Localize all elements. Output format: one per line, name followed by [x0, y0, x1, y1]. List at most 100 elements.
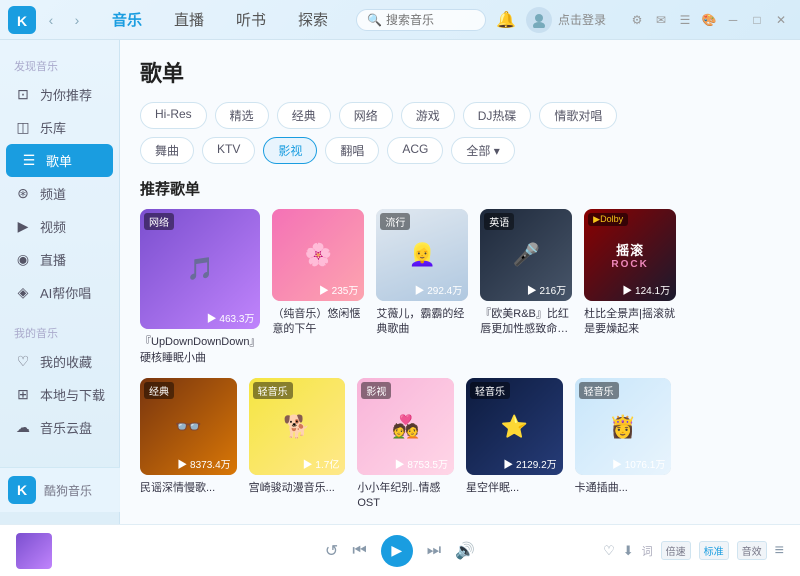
sidebar-item-recommended[interactable]: ⊡ 为你推荐: [0, 78, 119, 111]
recommended-section-title: 推荐歌单: [140, 178, 780, 199]
sidebar-item-label: 本地与下载: [40, 385, 105, 404]
settings-button[interactable]: ⚙: [626, 9, 648, 31]
restore-button[interactable]: □: [746, 9, 768, 31]
sidebar-item-ai[interactable]: ◈ AI帮你唱: [0, 276, 119, 309]
search-box[interactable]: 🔍: [356, 9, 486, 31]
playlist-card-r2-1[interactable]: 🐕 轻音乐 ▶ 1.7亿 宫崎骏动漫音乐...: [249, 378, 346, 511]
ai-icon: ◈: [14, 284, 32, 301]
speed-badge[interactable]: 倍速: [661, 541, 691, 560]
sidebar-item-label: 视频: [40, 217, 66, 236]
dolby-badge: ▶Dolby: [588, 213, 628, 226]
playlist-thumb-r2-0: 👓 经典 ▶ 8373.4万: [140, 378, 237, 475]
avatar-area[interactable]: 点击登录: [526, 7, 606, 33]
filter-network[interactable]: 网络: [339, 102, 393, 129]
app-logo: K: [8, 6, 36, 34]
filter-cover[interactable]: 翻唱: [325, 137, 379, 164]
playlist-toggle-button[interactable]: ≡: [775, 542, 784, 560]
window-controls: ⚙ ✉ ☰ 🎨 ─ □ ✕: [626, 9, 792, 31]
login-text[interactable]: 点击登录: [558, 11, 606, 28]
playlist-card-3[interactable]: 🎤 英语 ▶ 216万 『欧美R&B』比红唇更加性感致命的旋律: [480, 209, 572, 366]
playlist-thumb-5: [688, 209, 780, 301]
back-button[interactable]: ‹: [40, 9, 62, 31]
bell-icon[interactable]: 🔔: [496, 10, 516, 30]
tab-explore[interactable]: 探索: [282, 3, 344, 36]
playlist-thumb-2: 👱‍♀️ 流行 ▶ 292.4万: [376, 209, 468, 301]
forward-button[interactable]: ›: [66, 9, 88, 31]
filter-ktv[interactable]: KTV: [202, 137, 255, 164]
sidebar-item-video[interactable]: ▶ 视频: [0, 210, 119, 243]
my-music-section-title: 我的音乐: [0, 317, 119, 345]
playlist-name-r2-2: 小小年纪别..情感OST: [357, 481, 454, 512]
minimize-button[interactable]: ─: [722, 9, 744, 31]
library-icon: ◫: [14, 119, 32, 136]
tab-live[interactable]: 直播: [158, 3, 220, 36]
tag-badge-2: 流行: [380, 213, 410, 230]
filter-selected[interactable]: 精选: [215, 102, 269, 129]
playlist-thumb-1: 🌸 ▶ 235万: [272, 209, 364, 301]
playlist-name-r2-1: 宫崎骏动漫音乐...: [249, 481, 346, 496]
filter-row-2: 舞曲 KTV 影视 翻唱 ACG 全部 ▾: [140, 137, 780, 164]
prev-button[interactable]: ⏮: [352, 542, 366, 560]
search-input[interactable]: [386, 13, 486, 27]
playlist-card-2[interactable]: 👱‍♀️ 流行 ▶ 292.4万 艾薇儿，霸霸的经典歌曲: [376, 209, 468, 366]
playlist-card-0[interactable]: 🎵 网络 ▶ 463.3万 『UpDownDownDown』硬核睡眠小曲: [140, 209, 260, 366]
sidebar-item-library[interactable]: ◫ 乐库: [0, 111, 119, 144]
filter-classic[interactable]: 经典: [277, 102, 331, 129]
sidebar-item-local[interactable]: ⊞ 本地与下载: [0, 378, 119, 411]
local-icon: ⊞: [14, 386, 32, 403]
playlist-card-r2-2[interactable]: 💑 影视 ▶ 8753.5万 小小年纪别..情感OST: [357, 378, 454, 511]
sidebar-item-playlist[interactable]: ☰ 歌单: [6, 144, 113, 177]
kugou-logo: K: [8, 476, 36, 504]
player-thumbnail: [16, 533, 52, 569]
filter-acg[interactable]: ACG: [387, 137, 443, 164]
page-title: 歌单: [140, 56, 780, 88]
filter-hires[interactable]: Hi-Res: [140, 102, 207, 129]
next-button[interactable]: ⏭: [427, 542, 441, 560]
live-icon: ◉: [14, 251, 32, 268]
play-count-2: ▶ 292.4万: [414, 282, 462, 297]
playlist-name-r2-3: 星空伴眠...: [466, 481, 563, 496]
sidebar-item-cloud[interactable]: ☁ 音乐云盘: [0, 411, 119, 444]
playlist-thumb-3: 🎤 英语 ▶ 216万: [480, 209, 572, 301]
filter-game[interactable]: 游戏: [401, 102, 455, 129]
playlist-card-r2-3[interactable]: ⭐ 轻音乐 ▶ 2129.2万 星空伴眠...: [466, 378, 563, 511]
favorites-icon: ♡: [14, 353, 32, 370]
repeat-button[interactable]: ↺: [325, 541, 338, 561]
filter-more[interactable]: 全部 ▾: [451, 137, 514, 164]
tab-music[interactable]: 音乐: [96, 3, 158, 36]
sidebar-item-favorites[interactable]: ♡ 我的收藏: [0, 345, 119, 378]
filter-dance[interactable]: 舞曲: [140, 137, 194, 164]
playlist-thumb-r2-3: ⭐ 轻音乐 ▶ 2129.2万: [466, 378, 563, 475]
playlist-name-4: 杜比全景声|摇滚就是要燥起来: [584, 307, 676, 338]
play-pause-button[interactable]: ▶: [381, 535, 413, 567]
playlist-grid-row2: 👓 经典 ▶ 8373.4万 民谣深情慢歌... 🐕 轻音乐 ▶ 1.7亿: [140, 378, 780, 511]
filter-film[interactable]: 影视: [263, 137, 317, 164]
quality-badge[interactable]: 标准: [699, 541, 729, 560]
filter-duet[interactable]: 情歌对唱: [539, 102, 617, 129]
lyrics-toggle-button[interactable]: 词: [642, 543, 653, 559]
playlist-card-1[interactable]: 🌸 ▶ 235万 （纯音乐）悠闲惬意的下午: [272, 209, 364, 366]
filter-dj[interactable]: DJ热碟: [463, 102, 532, 129]
volume-button[interactable]: 🔊: [455, 541, 475, 561]
menu-button[interactable]: ☰: [674, 9, 696, 31]
playlist-thumb-4: 摇滚 ROCK ▶Dolby ▶ 124.1万: [584, 209, 676, 301]
close-button[interactable]: ✕: [770, 9, 792, 31]
tab-audiobook[interactable]: 听书: [220, 3, 282, 36]
svg-text:K: K: [17, 13, 27, 29]
mail-button[interactable]: ✉: [650, 9, 672, 31]
download-button[interactable]: ⬇: [623, 543, 634, 559]
playlist-thumb-r2-4: 👸 轻音乐 ▶ 1076.1万: [575, 378, 672, 475]
sidebar-item-channel[interactable]: ⊛ 频道: [0, 177, 119, 210]
skin-button[interactable]: 🎨: [698, 9, 720, 31]
playlist-card-4[interactable]: 摇滚 ROCK ▶Dolby ▶ 124.1万 杜比全景声|摇滚就是要燥起来: [584, 209, 676, 366]
tag-badge-r2-0: 经典: [144, 382, 174, 399]
tag-badge-r2-4: 轻音乐: [579, 382, 619, 399]
player-bar: ↺ ⏮ ▶ ⏭ 🔊 ♡ ⬇ 词 倍速 标准 音效 ≡: [0, 524, 800, 576]
playlist-card-r2-0[interactable]: 👓 经典 ▶ 8373.4万 民谣深情慢歌...: [140, 378, 237, 511]
play-count-0: ▶ 463.3万: [207, 310, 255, 325]
player-left: [16, 533, 264, 569]
like-button[interactable]: ♡: [603, 543, 615, 559]
playlist-card-r2-4[interactable]: 👸 轻音乐 ▶ 1076.1万 卡通插曲...: [575, 378, 672, 511]
eq-badge[interactable]: 音效: [737, 541, 767, 560]
sidebar-item-live[interactable]: ◉ 直播: [0, 243, 119, 276]
